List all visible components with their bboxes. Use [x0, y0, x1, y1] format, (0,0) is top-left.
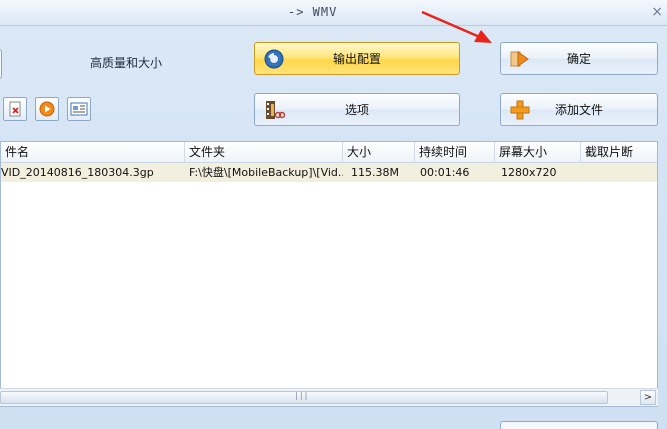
cell-folder: F:\快盘\[MobileBackup]\[Vid...	[189, 166, 343, 179]
file-list-header: 件名 文件夹 大小 持续时间 屏幕大小 截取片断	[1, 142, 657, 163]
column-header-size[interactable]: 大小	[343, 142, 415, 163]
scrollbar-grip-icon: |||	[294, 391, 309, 400]
horizontal-scrollbar[interactable]: ||| >	[0, 388, 658, 406]
confirm-label: 确定	[566, 52, 591, 66]
bottom-button-edge[interactable]	[500, 421, 658, 429]
properties-icon	[70, 102, 88, 116]
column-header-duration[interactable]: 持续时间	[415, 142, 495, 163]
play-button[interactable]	[35, 97, 59, 121]
preview-frame-edge	[0, 49, 2, 79]
column-header-screen-size[interactable]: 屏幕大小	[495, 142, 581, 163]
cell-duration: 00:01:46	[420, 166, 470, 179]
add-file-label: 添加文件	[554, 103, 603, 117]
options-button[interactable]: 选项	[254, 93, 460, 126]
file-list[interactable]: 件名 文件夹 大小 持续时间 屏幕大小 截取片断 VID_20140816_18…	[0, 141, 658, 407]
confirm-button[interactable]: 确定	[500, 42, 658, 75]
cell-clip	[581, 163, 659, 182]
add-file-button[interactable]: 添加文件	[500, 93, 658, 126]
cell-size: 115.38M	[351, 166, 399, 179]
properties-button[interactable]	[67, 97, 91, 121]
column-header-clip[interactable]: 截取片断	[581, 142, 659, 163]
column-header-folder[interactable]: 文件夹	[185, 142, 343, 163]
quality-label[interactable]: 高质量和大小	[90, 54, 162, 71]
close-icon[interactable]: ×	[651, 4, 663, 20]
scroll-right-button[interactable]: >	[640, 390, 656, 405]
output-config-label: 输出配置	[332, 52, 381, 66]
cell-screen-size: 1280x720	[501, 166, 557, 179]
output-config-button[interactable]: 输出配置	[254, 42, 460, 75]
options-label: 选项	[344, 103, 369, 117]
column-header-name[interactable]: 件名	[1, 142, 185, 163]
title-bar: -> WMV ×	[0, 0, 667, 26]
table-row[interactable]: VID_20140816_180304.3gp F:\快盘\[MobileBac…	[1, 163, 657, 182]
window-title: -> WMV	[288, 5, 338, 19]
delete-file-button[interactable]	[3, 97, 27, 121]
delete-file-icon	[9, 101, 21, 117]
cell-name: VID_20140816_180304.3gp	[1, 166, 154, 179]
play-icon	[39, 101, 55, 117]
